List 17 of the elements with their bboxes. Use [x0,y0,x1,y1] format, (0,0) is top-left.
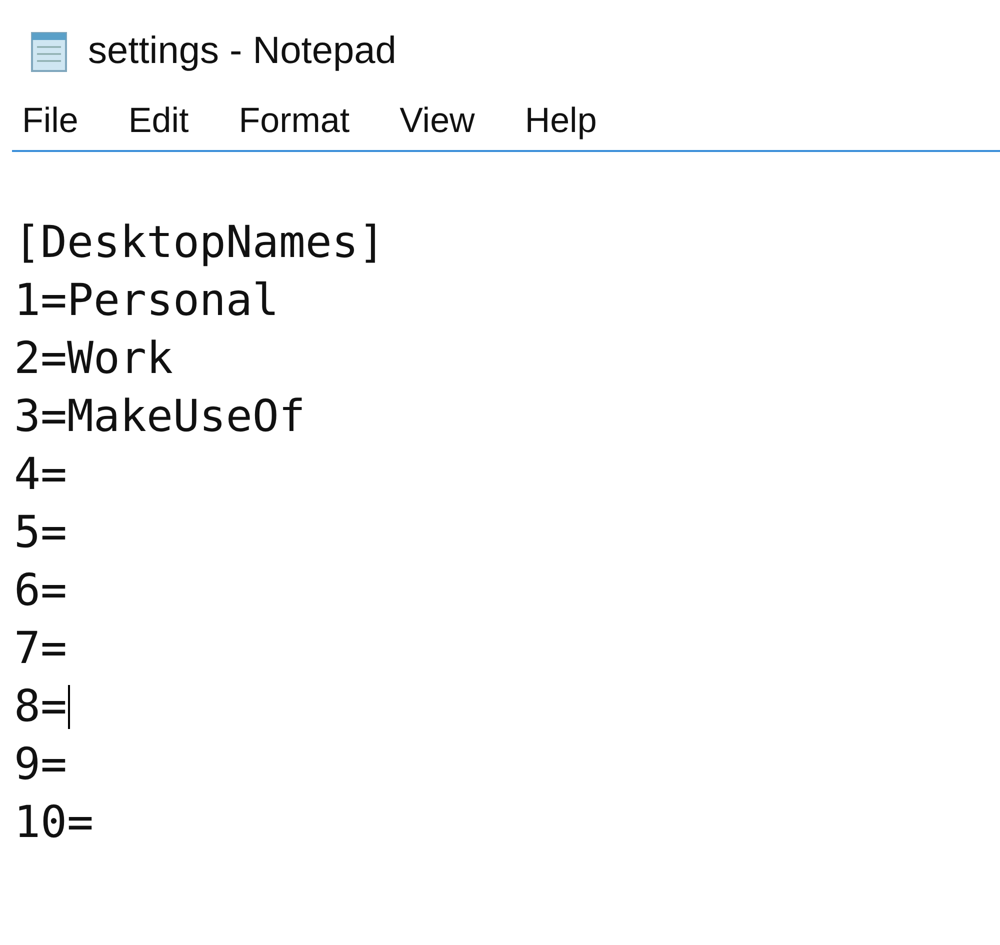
text-line: 5= [14,511,68,555]
menu-item[interactable]: Edit [128,103,189,138]
menu-item[interactable]: View [400,103,475,138]
text-line: 1=Personal [14,279,280,323]
window-title: settings - Notepad [88,32,396,70]
text-line: 2=Work [14,337,174,381]
menu-item[interactable]: File [22,103,78,138]
text-line: [DesktopNames] [14,221,386,265]
text-line: 10= [14,801,94,845]
menu-item[interactable]: Format [238,103,350,138]
text-line: 3=MakeUseOf [14,395,306,439]
text-line: 9= [14,743,68,787]
text-line: 6= [14,569,68,613]
text-line: 8= [14,685,70,729]
text-line: 7= [14,627,68,671]
menu-item[interactable]: Help [524,103,597,138]
text-line: 4= [14,453,68,497]
